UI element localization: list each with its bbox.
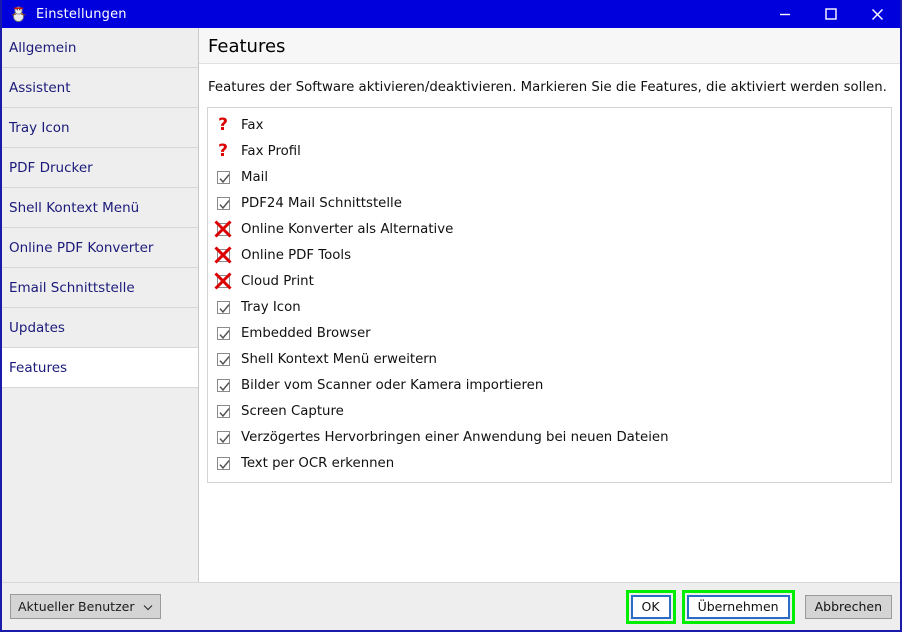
sidebar-item-pdf-drucker[interactable]: PDF Drucker <box>2 148 198 188</box>
checkbox-checked-icon[interactable] <box>214 194 232 212</box>
feature-row[interactable]: Shell Kontext Menü erweitern <box>208 346 891 372</box>
settings-window: Einstellungen Allgemein Assistent Tray I… <box>0 0 902 632</box>
cancel-button[interactable]: Abbrechen <box>804 594 892 619</box>
chevron-down-icon <box>143 599 153 614</box>
sidebar-item-label: Online PDF Konverter <box>9 240 154 256</box>
apply-button[interactable]: Übernehmen <box>686 594 790 619</box>
checkbox-checked-icon[interactable] <box>214 402 232 420</box>
feature-row[interactable]: Tray Icon <box>208 294 891 320</box>
sidebar-item-label: Assistent <box>9 80 71 96</box>
close-icon[interactable] <box>854 0 900 28</box>
settings-content: Features Features der Software aktiviere… <box>199 28 900 582</box>
feature-label: Tray Icon <box>241 299 301 315</box>
maximize-icon[interactable] <box>808 0 854 28</box>
title-bar: Einstellungen <box>2 0 900 28</box>
sidebar-item-shell-kontext-menu[interactable]: Shell Kontext Menü <box>2 188 198 228</box>
feature-label: Cloud Print <box>241 273 314 289</box>
sidebar-item-label: Updates <box>9 320 65 336</box>
window-body: Allgemein Assistent Tray Icon PDF Drucke… <box>2 28 900 582</box>
feature-row[interactable]: Online PDF Tools <box>208 242 891 268</box>
feature-row[interactable]: Screen Capture <box>208 398 891 424</box>
sidebar-item-label: Shell Kontext Menü <box>9 200 140 216</box>
page-description: Features der Software aktivieren/deaktiv… <box>208 80 887 95</box>
feature-row[interactable]: Mail <box>208 164 891 190</box>
checkbox-checked-icon[interactable] <box>214 376 232 394</box>
checkbox-checked-icon[interactable] <box>214 324 232 342</box>
dialog-footer: Aktueller Benutzer OK Übernehmen Abbrech… <box>2 582 900 630</box>
sidebar-item-label: Email Schnittstelle <box>9 280 135 296</box>
question-mark-icon[interactable]: ? <box>214 116 232 134</box>
question-mark-icon[interactable]: ? <box>214 142 232 160</box>
user-scope-value: Aktueller Benutzer <box>18 599 135 614</box>
sidebar-item-updates[interactable]: Updates <box>2 308 198 348</box>
feature-label: Bilder vom Scanner oder Kamera importier… <box>241 377 544 393</box>
feature-list: ? Fax? Fax Profil Mail PDF24 Mail Schnittste… <box>207 107 892 483</box>
checkbox-checked-icon[interactable] <box>214 298 232 316</box>
feature-label: Fax <box>241 117 264 133</box>
feature-label: Text per OCR erkennen <box>241 455 395 471</box>
feature-row[interactable]: Embedded Browser <box>208 320 891 346</box>
feature-row[interactable]: PDF24 Mail Schnittstelle <box>208 190 891 216</box>
feature-row[interactable]: Text per OCR erkennen <box>208 450 891 476</box>
content-header: Features <box>199 28 900 64</box>
sidebar-item-allgemein[interactable]: Allgemein <box>2 28 198 68</box>
page-title: Features <box>208 36 286 57</box>
sidebar-item-label: PDF Drucker <box>9 160 93 176</box>
sidebar-item-tray-icon[interactable]: Tray Icon <box>2 108 198 148</box>
feature-label: Shell Kontext Menü erweitern <box>241 351 437 367</box>
apply-button-highlight: Übernehmen <box>681 589 795 624</box>
sidebar-item-label: Features <box>9 360 68 376</box>
ok-button[interactable]: OK <box>630 594 671 619</box>
window-title: Einstellungen <box>36 6 127 22</box>
ok-button-highlight: OK <box>625 589 676 624</box>
feature-row[interactable]: ? Fax Profil <box>208 138 891 164</box>
feature-row[interactable]: Online Konverter als Alternative <box>208 216 891 242</box>
sidebar-item-email-schnittstelle[interactable]: Email Schnittstelle <box>2 268 198 308</box>
feature-label: Verzögertes Hervorbringen einer Anwendun… <box>241 429 669 445</box>
user-scope-select[interactable]: Aktueller Benutzer <box>10 594 162 619</box>
sidebar-item-label: Allgemein <box>9 40 77 56</box>
sidebar-item-features[interactable]: Features <box>2 348 198 388</box>
content-filler <box>199 483 900 582</box>
settings-sidebar: Allgemein Assistent Tray Icon PDF Drucke… <box>2 28 199 582</box>
checkbox-checked-icon[interactable] <box>214 350 232 368</box>
checkbox-checked-icon[interactable] <box>214 168 232 186</box>
feature-row[interactable]: Bilder vom Scanner oder Kamera importier… <box>208 372 891 398</box>
sidebar-item-label: Tray Icon <box>9 120 70 136</box>
checkbox-crossed-icon[interactable] <box>214 272 232 290</box>
feature-row[interactable]: ? Fax <box>208 112 891 138</box>
feature-label: Embedded Browser <box>241 325 371 341</box>
checkbox-checked-icon[interactable] <box>214 454 232 472</box>
feature-label: PDF24 Mail Schnittstelle <box>241 195 402 211</box>
feature-label: Online Konverter als Alternative <box>241 221 454 237</box>
minimize-icon[interactable] <box>762 0 808 28</box>
window-controls <box>762 0 900 28</box>
sidebar-item-assistent[interactable]: Assistent <box>2 68 198 108</box>
app-mascot-icon <box>10 5 28 23</box>
feature-label: Fax Profil <box>241 143 301 159</box>
checkbox-crossed-icon[interactable] <box>214 246 232 264</box>
feature-label: Mail <box>241 169 269 185</box>
feature-label: Online PDF Tools <box>241 247 352 263</box>
feature-row[interactable]: Verzögertes Hervorbringen einer Anwendun… <box>208 424 891 450</box>
checkbox-checked-icon[interactable] <box>214 428 232 446</box>
feature-label: Screen Capture <box>241 403 344 419</box>
sidebar-item-online-pdf-konverter[interactable]: Online PDF Konverter <box>2 228 198 268</box>
feature-row[interactable]: Cloud Print <box>208 268 891 294</box>
checkbox-crossed-icon[interactable] <box>214 220 232 238</box>
